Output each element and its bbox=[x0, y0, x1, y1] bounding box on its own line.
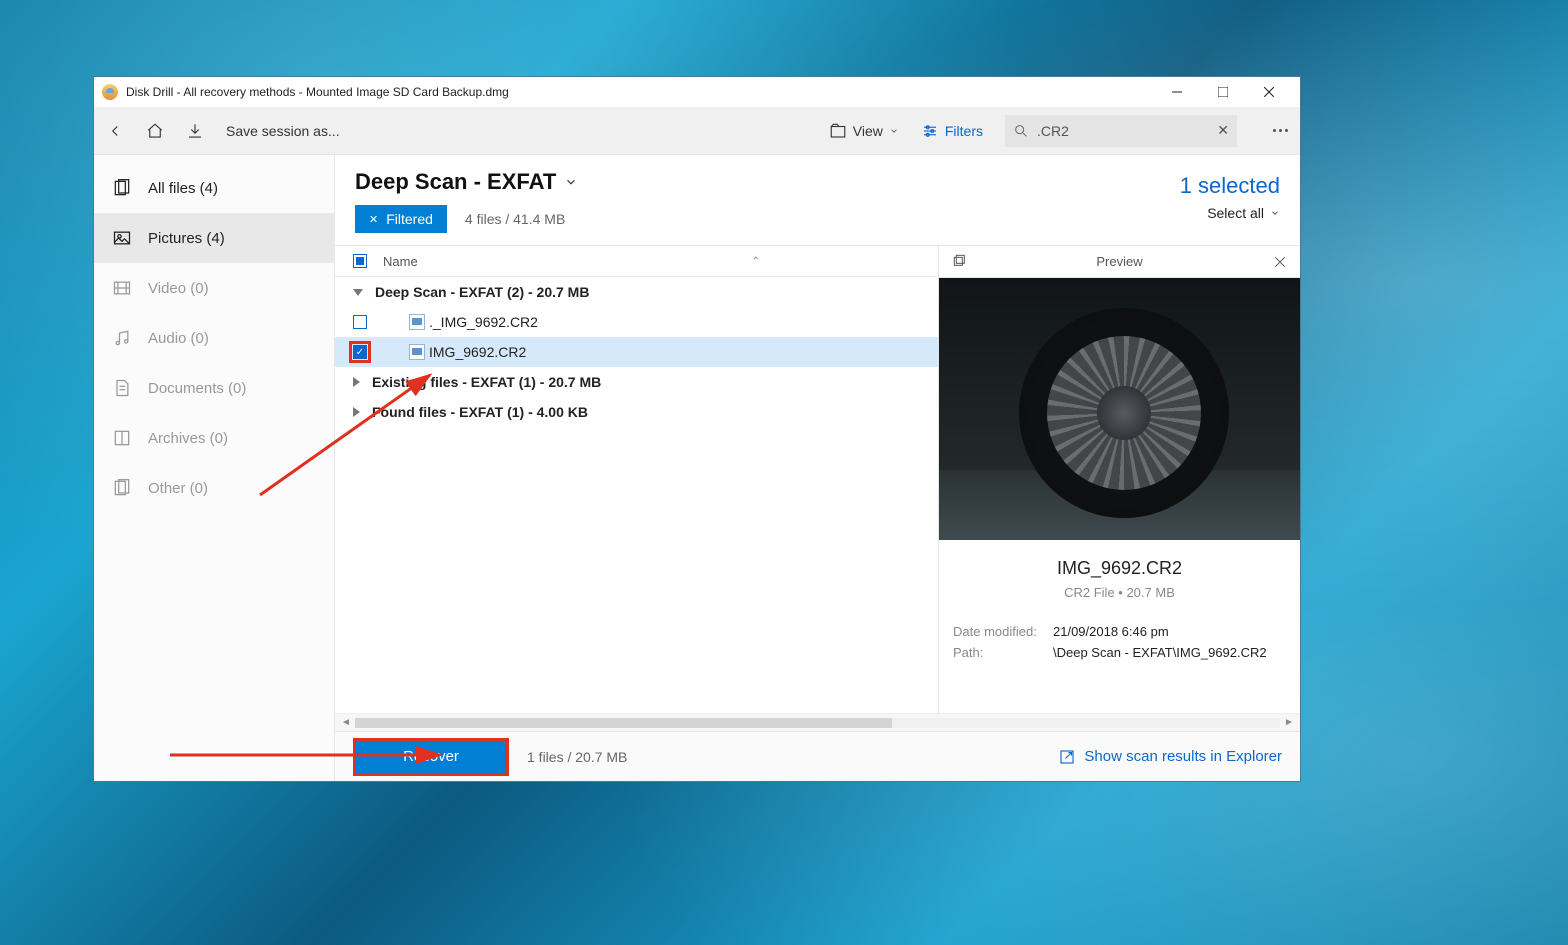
app-window: Disk Drill - All recovery methods - Moun… bbox=[93, 76, 1301, 782]
filters-button[interactable]: Filters bbox=[921, 122, 983, 140]
close-button[interactable] bbox=[1246, 77, 1292, 107]
sidebar-item-label: Pictures (4) bbox=[148, 230, 225, 247]
app-icon bbox=[102, 84, 118, 100]
expand-icon bbox=[353, 407, 360, 417]
sidebar-item-all-files[interactable]: All files (4) bbox=[94, 163, 334, 213]
download-icon[interactable] bbox=[186, 122, 204, 140]
content-area: All files (4) Pictures (4) Video (0) Aud… bbox=[94, 155, 1300, 781]
toolbar: Save session as... View Filters .CR2 ✕ bbox=[94, 107, 1300, 155]
popout-icon[interactable] bbox=[951, 254, 967, 270]
sidebar-item-archives[interactable]: Archives (0) bbox=[94, 413, 334, 463]
selected-count: 1 selected bbox=[1180, 173, 1280, 199]
file-checkbox[interactable] bbox=[353, 345, 367, 359]
search-value: .CR2 bbox=[1037, 123, 1069, 139]
home-button[interactable] bbox=[146, 122, 164, 140]
minimize-button[interactable] bbox=[1154, 77, 1200, 107]
footer: Recover 1 files / 20.7 MB Show scan resu… bbox=[335, 731, 1300, 781]
meta-label: Date modified: bbox=[953, 624, 1053, 639]
back-button[interactable] bbox=[106, 122, 124, 140]
scan-title-dropdown[interactable]: Deep Scan - EXFAT bbox=[355, 169, 1280, 195]
file-summary: 4 files / 41.4 MB bbox=[465, 211, 565, 227]
group-label: Existing files - EXFAT (1) - 20.7 MB bbox=[372, 374, 601, 390]
preview-title: Preview bbox=[967, 254, 1272, 269]
filtered-badge[interactable]: Filtered bbox=[355, 205, 447, 233]
sidebar-item-video[interactable]: Video (0) bbox=[94, 263, 334, 313]
sidebar-item-pictures[interactable]: Pictures (4) bbox=[94, 213, 334, 263]
sidebar-item-label: Archives (0) bbox=[148, 430, 228, 447]
recover-button[interactable]: Recover bbox=[356, 741, 506, 773]
preview-image bbox=[939, 278, 1300, 540]
horizontal-scrollbar[interactable]: ◄ ► bbox=[335, 713, 1300, 731]
expand-icon bbox=[353, 377, 360, 387]
sidebar-item-label: All files (4) bbox=[148, 180, 218, 197]
select-all-button[interactable]: Select all bbox=[1207, 205, 1280, 221]
preview-filetype: CR2 File • 20.7 MB bbox=[953, 585, 1286, 600]
sidebar-item-label: Documents (0) bbox=[148, 380, 246, 397]
group-label: Deep Scan - EXFAT (2) - 20.7 MB bbox=[375, 284, 589, 300]
maximize-button[interactable] bbox=[1200, 77, 1246, 107]
view-dropdown[interactable]: View bbox=[829, 122, 899, 140]
meta-value: \Deep Scan - EXFAT\IMG_9692.CR2 bbox=[1053, 645, 1267, 660]
titlebar: Disk Drill - All recovery methods - Moun… bbox=[94, 77, 1300, 107]
sidebar-item-documents[interactable]: Documents (0) bbox=[94, 363, 334, 413]
search-icon bbox=[1013, 123, 1029, 139]
clear-search-icon[interactable]: ✕ bbox=[1217, 122, 1229, 139]
window-title: Disk Drill - All recovery methods - Moun… bbox=[126, 85, 509, 99]
sidebar-item-other[interactable]: Other (0) bbox=[94, 463, 334, 513]
show-in-explorer-link[interactable]: Show scan results in Explorer bbox=[1058, 748, 1282, 766]
sidebar-item-label: Video (0) bbox=[148, 280, 209, 297]
sidebar-item-label: Audio (0) bbox=[148, 330, 209, 347]
sidebar-item-label: Other (0) bbox=[148, 480, 208, 497]
file-icon bbox=[409, 344, 425, 360]
expand-icon bbox=[353, 289, 363, 296]
main-panel: Deep Scan - EXFAT Filtered 4 files / 41.… bbox=[335, 155, 1300, 781]
file-checkbox[interactable] bbox=[353, 315, 367, 329]
more-menu-button[interactable] bbox=[1273, 129, 1288, 132]
select-all-checkbox[interactable] bbox=[353, 254, 367, 268]
group-label: Found files - EXFAT (1) - 4.00 KB bbox=[372, 404, 588, 420]
search-input[interactable]: .CR2 ✕ bbox=[1005, 115, 1237, 147]
footer-summary: 1 files / 20.7 MB bbox=[527, 749, 627, 765]
meta-label: Path: bbox=[953, 645, 1053, 660]
preview-panel: Preview IMG_9692.CR2 CR2 File • 20.7 MB … bbox=[938, 246, 1300, 713]
meta-value: 21/09/2018 6:46 pm bbox=[1053, 624, 1169, 639]
file-icon bbox=[409, 314, 425, 330]
save-session-button[interactable]: Save session as... bbox=[226, 123, 340, 139]
preview-filename: IMG_9692.CR2 bbox=[953, 558, 1286, 579]
close-preview-icon[interactable] bbox=[1272, 254, 1288, 270]
sidebar-item-audio[interactable]: Audio (0) bbox=[94, 313, 334, 363]
sidebar: All files (4) Pictures (4) Video (0) Aud… bbox=[94, 155, 335, 781]
